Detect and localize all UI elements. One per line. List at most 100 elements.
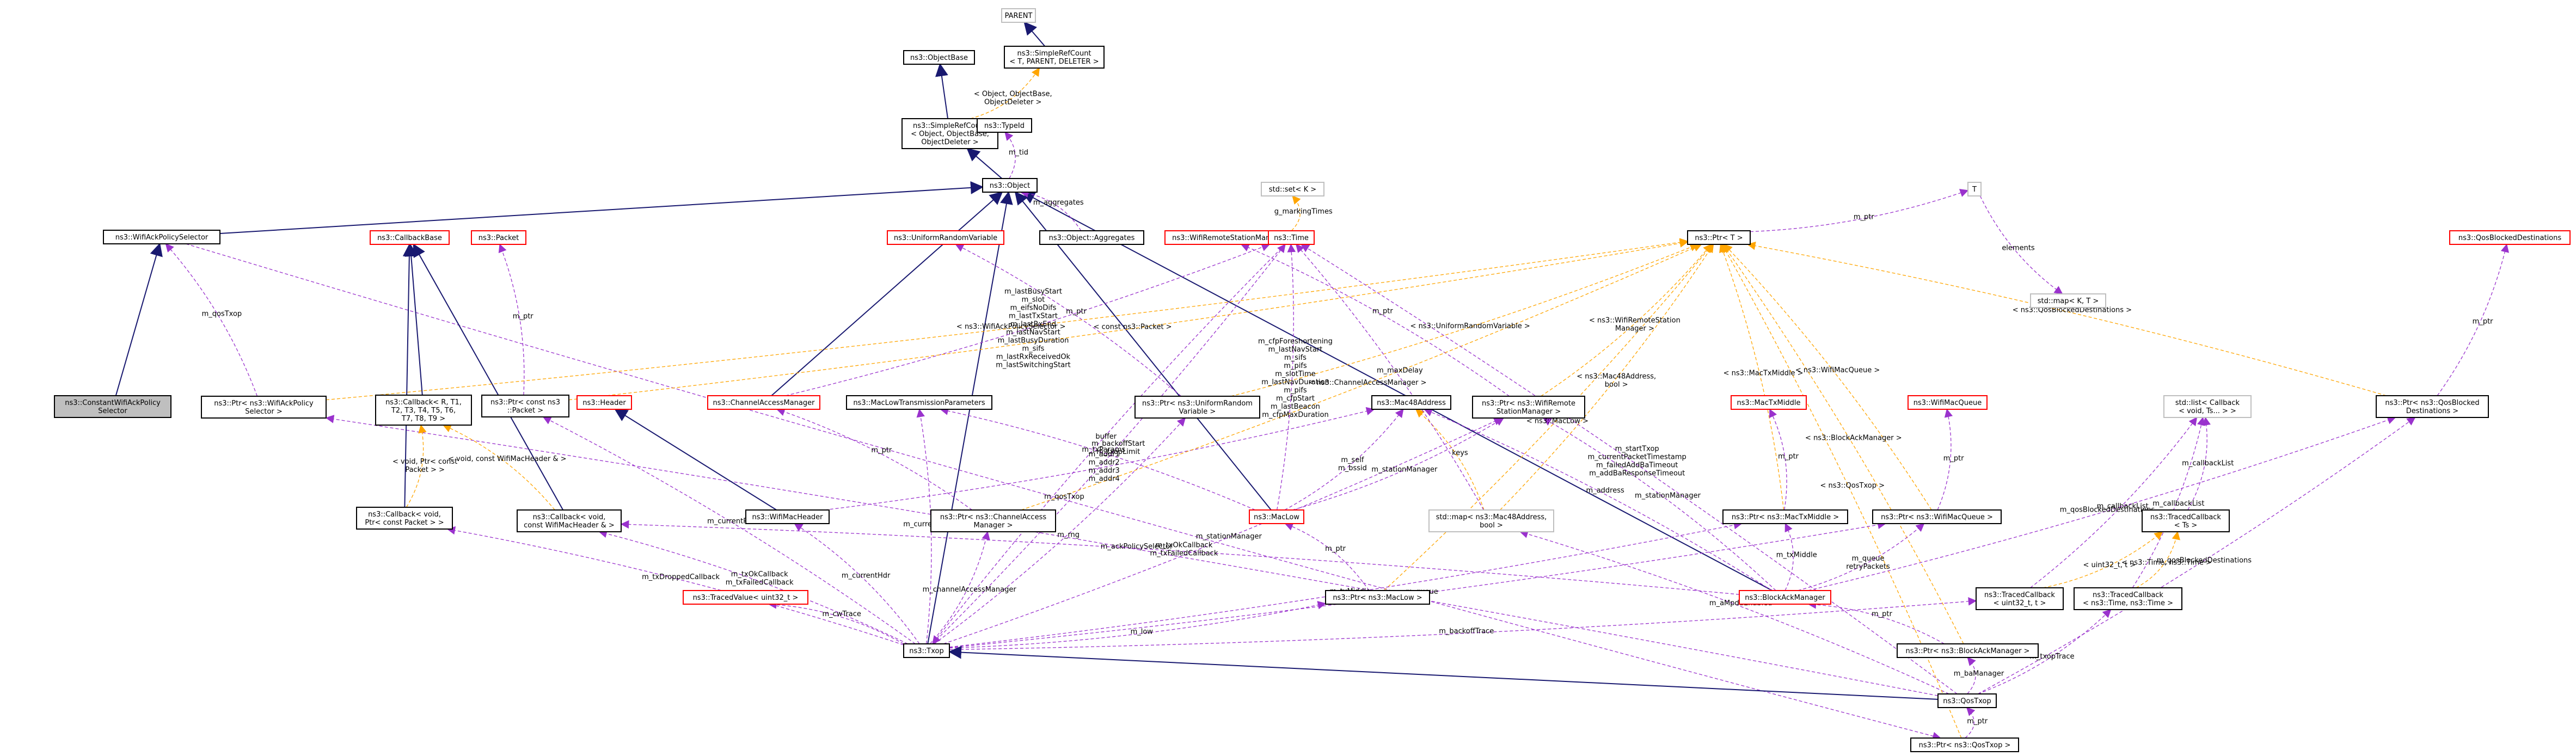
class-node-uniform-random-variable[interactable]: ns3::UniformRandomVariable: [887, 230, 1004, 245]
class-node-label: ns3::Ptr< const ns3: [490, 398, 560, 407]
class-node-channel-access-manager[interactable]: ns3::ChannelAccessManager: [707, 395, 820, 410]
edge-inherit-header-to-wifi-mac-header: [614, 408, 777, 511]
class-node-label: ::Packet >: [507, 407, 543, 415]
class-node-ptr-qos-blocked[interactable]: ns3::Ptr< ns3::QosBlockedDestinations >: [2376, 395, 2489, 418]
class-node-label: ns3::QosTxop: [1943, 697, 1991, 705]
edge-label: < ns3::UniformRandomVariable >: [1410, 322, 1530, 330]
class-node-label: ns3::Ptr< ns3::QosBlocked: [2385, 399, 2479, 407]
edge-label: m_tid: [1009, 149, 1028, 157]
edge-label: m_ptr: [1967, 717, 1988, 726]
edge-inherit-wifi-ack-policy-selector-to-constant-wifi-ack-policy-selector: [115, 243, 163, 396]
edge-label: m_stationManager: [1196, 532, 1262, 540]
class-node-callback-r[interactable]: ns3::Callback< R, T1,T2, T3, T4, T5, T6,…: [375, 395, 472, 426]
class-node-ptr-wifi-mac-queue[interactable]: ns3::Ptr< ns3::WifiMacQueue >: [1872, 509, 2002, 524]
class-node-label: ns3::Ptr< ns3::WifiRemote: [1482, 399, 1575, 408]
edge-label: m_txFailedCallback: [726, 579, 794, 587]
class-node-parent[interactable]: PARENT: [1001, 8, 1036, 23]
class-node-time[interactable]: ns3::Time: [1268, 230, 1315, 245]
class-node-txop[interactable]: ns3::Txop: [903, 643, 950, 658]
edge-label: m_ptr: [1325, 545, 1346, 553]
class-node-map-mac48[interactable]: std::map< ns3::Mac48Address,bool >: [1428, 509, 1554, 532]
class-node-label: ns3::TracedCallback: [1984, 591, 2055, 599]
edge-label: m_sifs: [1284, 354, 1307, 362]
edge-inherit-object-to-channel-access-manager: [771, 191, 1003, 396]
class-node-label: ns3::CallbackBase: [377, 234, 442, 242]
class-node-label: ns3::WifiAckPolicySelector: [115, 233, 208, 242]
class-node-mac-low-tx-params[interactable]: ns3::MacLowTransmissionParameters: [846, 395, 992, 410]
edge-label: m_ptr: [1372, 307, 1394, 315]
class-node-ptr-uniform-rv[interactable]: ns3::Ptr< ns3::UniformRandomVariable >: [1134, 396, 1260, 419]
edge-use-callback-void-header-to-txop: [598, 529, 908, 644]
class-node-ptr-wifi-remote[interactable]: ns3::Ptr< ns3::WifiRemoteStationManager …: [1472, 396, 1585, 419]
edge-label: m_addr4: [1089, 475, 1120, 483]
class-node-ptr-mac-tx-middle[interactable]: ns3::Ptr< ns3::MacTxMiddle >: [1722, 509, 1848, 524]
class-node-mac48-address[interactable]: ns3::Mac48Address: [1371, 395, 1451, 410]
class-node-traced-value[interactable]: ns3::TracedValue< uint32_t >: [683, 590, 808, 605]
edge-label: m_stationManager: [1635, 491, 1701, 500]
edge-label: m_address: [1586, 487, 1624, 495]
class-node-qos-blocked-destinations[interactable]: ns3::QosBlockedDestinations: [2449, 230, 2571, 245]
class-node-object-base[interactable]: ns3::ObjectBase: [903, 50, 975, 65]
class-node-label: < T, PARENT, DELETER >: [1009, 58, 1099, 66]
class-node-object[interactable]: ns3::Object: [982, 178, 1038, 193]
class-node-type-id[interactable]: ns3::TypeId: [977, 118, 1032, 133]
edge-label: < ns3::WifiAckPolicySelector >: [956, 323, 1066, 331]
class-node-label: StationManager >: [1496, 408, 1561, 416]
class-node-label: Selector: [98, 407, 127, 415]
class-node-ptr-qos-txop[interactable]: ns3::Ptr< ns3::QosTxop >: [1910, 737, 2019, 752]
class-node-t[interactable]: T: [1967, 182, 1982, 196]
class-node-traced-callback-ts[interactable]: ns3::TracedCallback< Ts >: [2142, 509, 2230, 532]
class-node-header[interactable]: ns3::Header: [576, 395, 632, 410]
class-node-constant-wifi-ack-policy-selector[interactable]: ns3::ConstantWifiAckPolicySelector: [54, 395, 171, 418]
class-node-object-aggregates[interactable]: ns3::Object::Aggregates: [1039, 230, 1144, 245]
class-node-ptr-const-packet[interactable]: ns3::Ptr< const ns3::Packet >: [481, 395, 569, 417]
class-node-callback-base[interactable]: ns3::CallbackBase: [370, 230, 450, 245]
class-node-mac-tx-middle[interactable]: ns3::MacTxMiddle: [1731, 395, 1807, 410]
edge-label: m_qosTxop: [202, 310, 242, 318]
edge-label: m_backoffTrace: [1439, 628, 1494, 636]
class-node-callback-void-packet[interactable]: ns3::Callback< void,Ptr< const Packet > …: [356, 507, 453, 530]
class-node-label: ns3::Txop: [909, 647, 943, 655]
edge-template-ptr-t-to-ptr-const-packet: [568, 239, 1689, 401]
class-node-packet[interactable]: ns3::Packet: [471, 230, 526, 245]
edge-label: m_ptr: [1872, 610, 1893, 618]
class-node-traced-callback-u32[interactable]: ns3::TracedCallback< uint32_t, t >: [1976, 587, 2064, 610]
class-node-ptr-mac-low[interactable]: ns3::Ptr< ns3::MacLow >: [1325, 590, 1430, 605]
class-node-label: ns3::QosBlockedDestinations: [2458, 234, 2562, 242]
class-node-ptr-channel-access-manager[interactable]: ns3::Ptr< ns3::ChannelAccessManager >: [930, 509, 1056, 532]
edge-label: < ns3::BlockAckManager >: [1805, 434, 1902, 442]
edge-label: m_lastNavStart: [1268, 346, 1323, 354]
edge-use-object-to-object-aggregates: [1020, 189, 1082, 231]
class-node-qos-txop[interactable]: ns3::QosTxop: [1937, 693, 1997, 708]
edge-label: m_currentHdr: [842, 572, 891, 580]
class-node-wifi-ack-policy-selector[interactable]: ns3::WifiAckPolicySelector: [103, 230, 220, 244]
edge-label: m_lastRxReceivedOk: [996, 353, 1071, 361]
class-node-label: std::map< K, T >: [2038, 297, 2099, 305]
class-node-ptr-block-ack-manager[interactable]: ns3::Ptr< ns3::BlockAckManager >: [1897, 643, 2039, 658]
class-node-ptr-t[interactable]: ns3::Ptr< T >: [1687, 230, 1751, 245]
class-node-map-kt[interactable]: std::map< K, T >: [2030, 293, 2106, 308]
edge-inherit-object-base-to-simple-ref-count-obj: [935, 63, 949, 119]
edge-label: m_callbackList: [2182, 459, 2234, 468]
class-node-simple-ref-count-t[interactable]: ns3::SimpleRefCount< T, PARENT, DELETER …: [1004, 46, 1105, 69]
class-node-mac-low[interactable]: ns3::MacLow: [1249, 509, 1304, 524]
class-node-wifi-mac-header[interactable]: ns3::WifiMacHeader: [745, 509, 830, 524]
class-node-wifi-mac-queue[interactable]: ns3::WifiMacQueue: [1908, 395, 1988, 410]
class-node-label: ns3::WifiMacQueue: [1913, 399, 1982, 407]
edge-use-ptr-wifi-ack-policy-selector-to-qos-txop: [325, 415, 1939, 696]
edge-inherit-simple-ref-count-obj-to-object: [966, 147, 1003, 179]
class-node-set-k[interactable]: std::set< K >: [1261, 182, 1324, 196]
class-node-ptr-wifi-ack-policy-selector[interactable]: ns3::Ptr< ns3::WifiAckPolicySelector >: [201, 396, 327, 419]
class-node-list-callback[interactable]: std::list< Callback< void, Ts... > >: [2163, 395, 2252, 418]
edge-use-ptr-mac-low-to-txop: [949, 601, 1327, 649]
class-node-traced-callback-time[interactable]: ns3::TracedCallback< ns3::Time, ns3::Tim…: [2074, 587, 2182, 610]
edge-use-ptr-wifi-mac-queue-to-txop: [949, 520, 1886, 648]
edge-label: m_eifsNoDifs: [1010, 304, 1057, 312]
class-node-block-ack-manager[interactable]: ns3::BlockAckManager: [1739, 590, 1831, 605]
edge-label: m_lastSwitchingStart: [996, 361, 1070, 369]
edge-use-ptr-wifi-remote-to-block-ack-manager: [1542, 417, 1776, 591]
edge-label: m_ptr: [2473, 317, 2494, 325]
class-node-callback-void-header[interactable]: ns3::Callback< void,const WifiMacHeader …: [517, 509, 622, 532]
edge-label: m_self: [1341, 456, 1364, 464]
edge-label: keys: [1452, 449, 1468, 457]
